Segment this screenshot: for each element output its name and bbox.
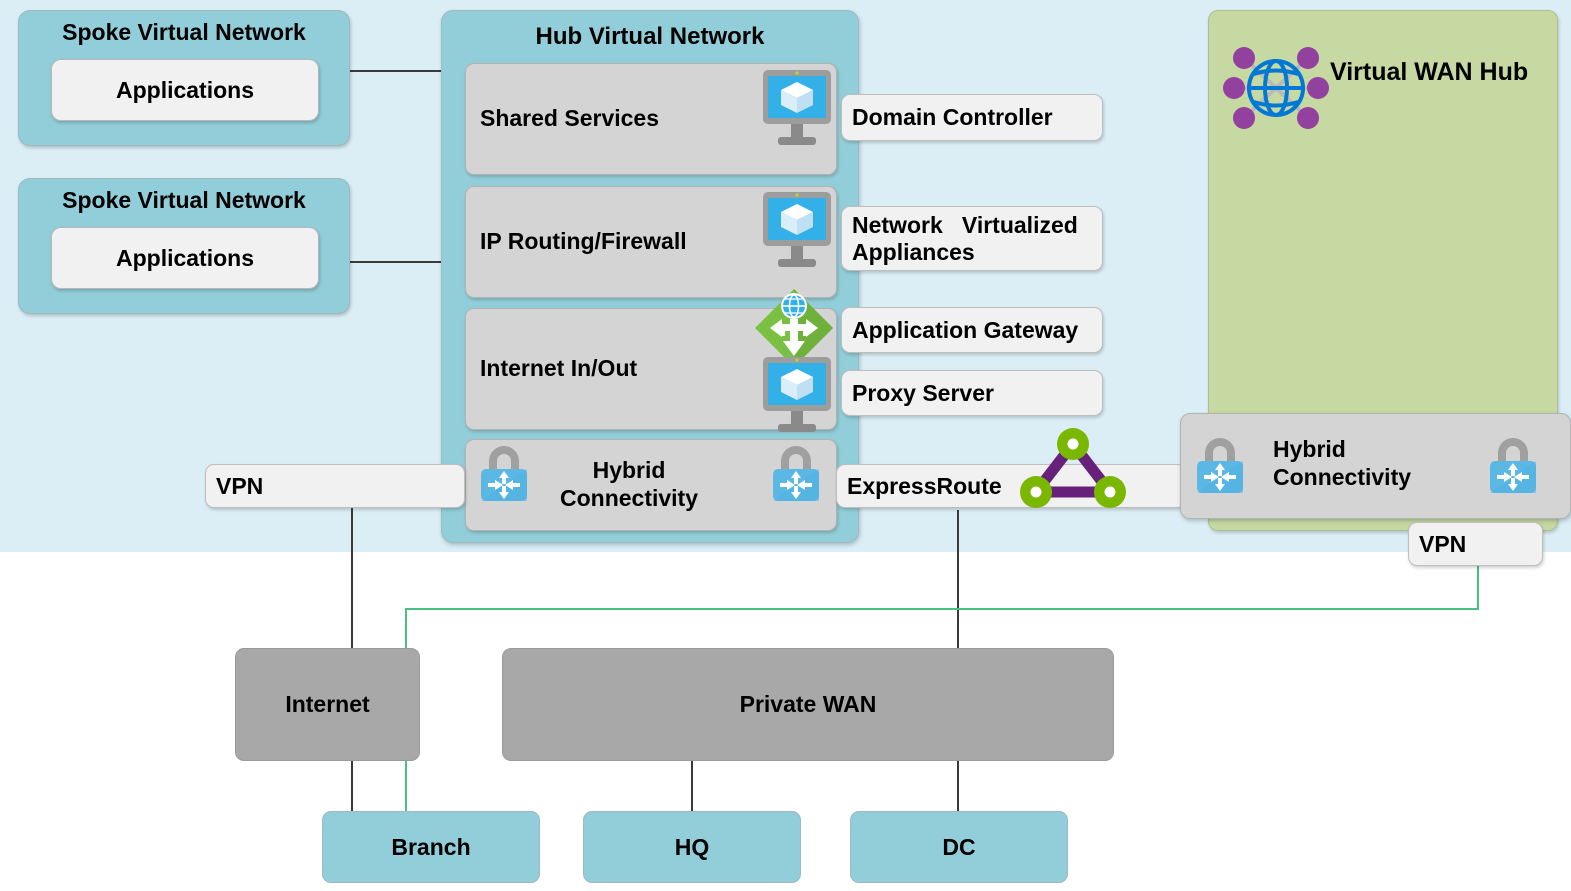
connector-privatewan-to-dc (957, 761, 959, 811)
callout-network-virtualized-appliances-label: Network Virtualized Appliances (852, 212, 1084, 265)
vpn-path-segment-horizontal (405, 608, 1479, 610)
connector-privatewan-to-hq (691, 761, 693, 811)
connector-expressroute-to-privatewan (957, 510, 959, 648)
site-hq-label: HQ (674, 833, 710, 860)
site-branch-label: Branch (391, 833, 471, 860)
callout-application-gateway[interactable]: Application Gateway (841, 307, 1103, 353)
padlock-connectivity-icon (1482, 435, 1544, 497)
hub-row-shared-services-label: Shared Services (480, 105, 660, 131)
virtual-wan-hub-title: Virtual WAN Hub (1330, 58, 1529, 86)
hub-row-ip-routing-firewall-label: IP Routing/Firewall (480, 228, 687, 254)
callout-vpn-right-label: VPN (1419, 530, 1467, 557)
site-dc-label: DC (942, 833, 976, 860)
callout-expressroute[interactable]: ExpressRoute (836, 464, 1186, 508)
network-internet[interactable]: Internet (235, 648, 420, 761)
callout-vpn-left[interactable]: VPN (205, 464, 465, 508)
vpn-path-segment-right-vertical (1477, 562, 1479, 610)
spoke-2-title: Spoke Virtual Network (62, 187, 306, 213)
virtual-machine-icon (761, 355, 833, 441)
callout-network-virtualized-appliances[interactable]: Network Virtualized Appliances (841, 206, 1103, 271)
expressroute-icon (1018, 428, 1128, 510)
vwan-hybrid-connectivity-label: Hybrid Connectivity (1273, 436, 1412, 490)
callout-application-gateway-label: Application Gateway (852, 316, 1079, 343)
padlock-connectivity-icon (473, 443, 535, 505)
callout-domain-controller[interactable]: Domain Controller (841, 94, 1103, 141)
callout-proxy-server[interactable]: Proxy Server (841, 370, 1103, 416)
connector-spoke1-to-hub (350, 70, 445, 72)
globe-network-icon (1223, 36, 1329, 140)
padlock-connectivity-icon (765, 443, 827, 505)
hub-row-hybrid-connectivity-label: Hybrid Connectivity (559, 457, 699, 511)
spoke-2-applications[interactable]: Applications (51, 227, 319, 289)
diagram-canvas: Spoke Virtual Network Applications Spoke… (0, 0, 1571, 891)
virtual-machine-icon (761, 68, 833, 154)
site-branch[interactable]: Branch (322, 811, 540, 883)
network-internet-label: Internet (285, 691, 370, 718)
callout-domain-controller-label: Domain Controller (852, 104, 1053, 131)
site-dc[interactable]: DC (850, 811, 1068, 883)
connector-spoke2-to-hub (350, 261, 445, 263)
padlock-connectivity-icon (1189, 435, 1251, 497)
connector-vpn-to-internet (351, 506, 353, 649)
spoke-1-applications[interactable]: Applications (51, 59, 319, 121)
spoke-1-title: Spoke Virtual Network (62, 19, 306, 45)
callout-vpn-left-label: VPN (216, 472, 264, 499)
hub-row-internet-in-out-label: Internet In/Out (480, 355, 638, 381)
network-private-wan[interactable]: Private WAN (502, 648, 1114, 761)
spoke-virtual-network-2[interactable]: Spoke Virtual Network Applications (18, 178, 350, 314)
callout-proxy-server-label: Proxy Server (852, 379, 994, 406)
callout-vpn-right[interactable]: VPN (1408, 522, 1543, 566)
site-hq[interactable]: HQ (583, 811, 801, 883)
spoke-virtual-network-1[interactable]: Spoke Virtual Network Applications (18, 10, 350, 146)
network-private-wan-label: Private WAN (739, 691, 877, 718)
callout-expressroute-label: ExpressRoute (847, 472, 1002, 499)
connector-internet-to-branch (351, 761, 353, 811)
virtual-machine-icon (761, 190, 833, 276)
hub-title: Hub Virtual Network (535, 23, 765, 50)
